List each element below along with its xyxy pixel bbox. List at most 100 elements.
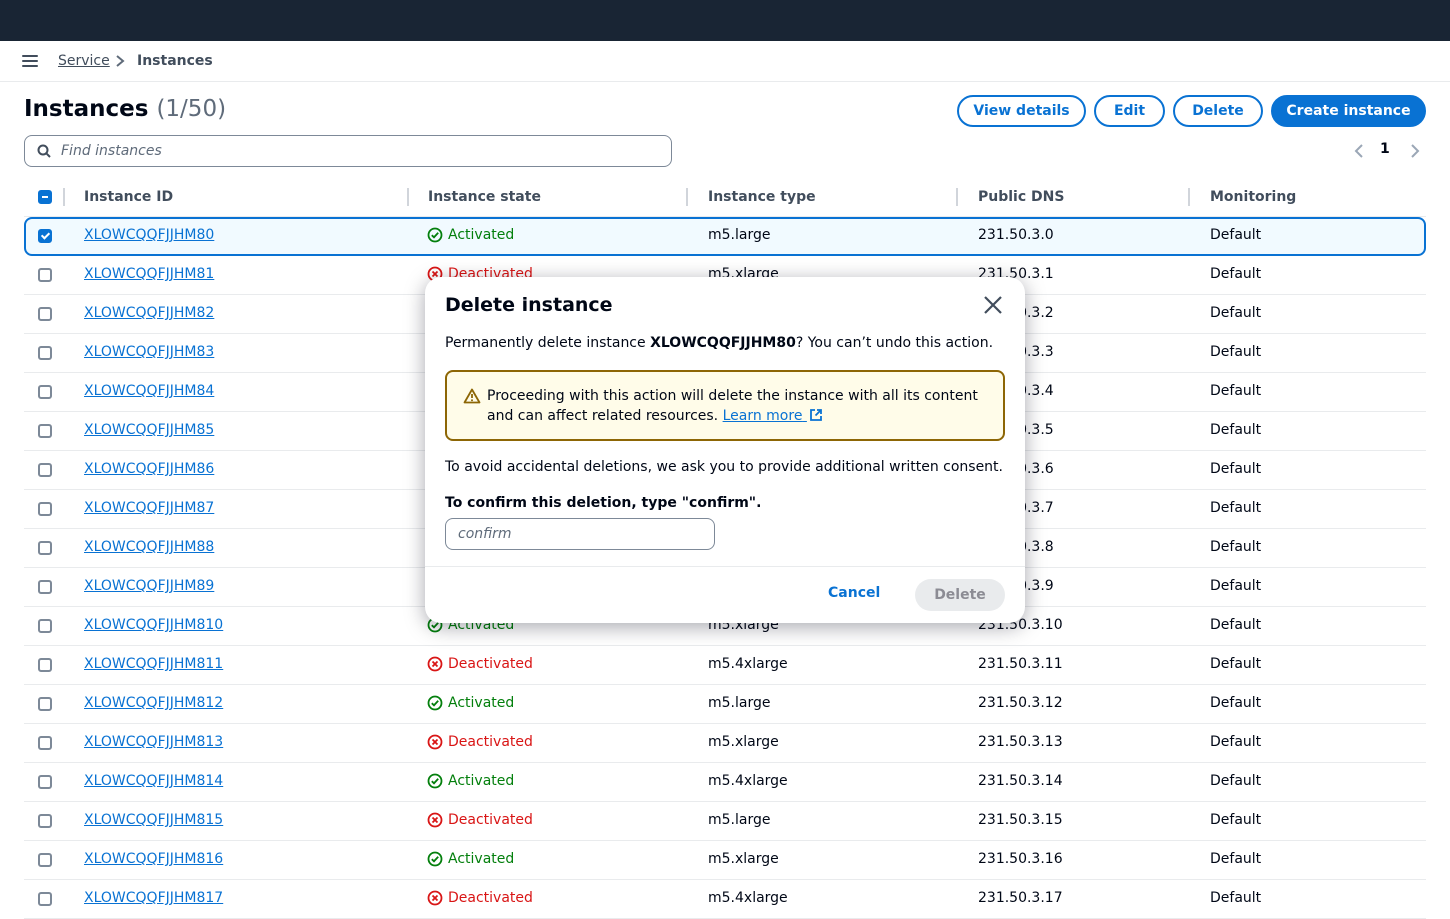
- chevron-right-icon[interactable]: [1408, 141, 1422, 161]
- monitoring: Default: [1210, 656, 1262, 672]
- monitoring: Default: [1210, 266, 1262, 282]
- column-header-instance-state[interactable]: Instance state: [428, 189, 541, 205]
- confirm-delete-button[interactable]: Delete: [915, 579, 1005, 611]
- menu-icon[interactable]: [22, 54, 40, 68]
- instance-id-link[interactable]: XLOWCQQFJJHM84: [84, 383, 214, 399]
- instance-id-link[interactable]: XLOWCQQFJJHM814: [84, 773, 223, 789]
- modal-instance-id: XLOWCQQFJJHM80: [650, 335, 796, 351]
- breadcrumb-bar: Service Instances: [0, 41, 1450, 82]
- column-header-instance-id[interactable]: Instance ID: [84, 189, 173, 205]
- close-icon[interactable]: [982, 294, 1004, 316]
- row-checkbox[interactable]: [38, 853, 52, 867]
- view-details-button[interactable]: View details: [957, 95, 1086, 127]
- row-checkbox[interactable]: [38, 307, 52, 321]
- row-checkbox[interactable]: [38, 229, 52, 243]
- monitoring: Default: [1210, 851, 1262, 867]
- instance-type: m5.large: [708, 227, 771, 243]
- instance-state-label: Activated: [448, 227, 515, 243]
- table-row[interactable]: XLOWCQQFJJHM811 Deactivated m5.4xlarge 231.…: [24, 646, 1426, 685]
- instance-id-link[interactable]: XLOWCQQFJJHM811: [84, 656, 223, 672]
- instance-type: m5.4xlarge: [708, 890, 788, 906]
- instance-state: Activated: [427, 851, 514, 867]
- confirm-input[interactable]: [445, 518, 715, 550]
- consent-text: To avoid accidental deletions, we ask yo…: [445, 459, 1003, 475]
- status-positive-icon: [427, 773, 443, 789]
- row-checkbox[interactable]: [38, 541, 52, 555]
- row-checkbox[interactable]: [38, 502, 52, 516]
- row-checkbox[interactable]: [38, 892, 52, 906]
- instance-id-link[interactable]: XLOWCQQFJJHM816: [84, 851, 223, 867]
- row-checkbox[interactable]: [38, 814, 52, 828]
- monitoring: Default: [1210, 734, 1262, 750]
- instance-id-link[interactable]: XLOWCQQFJJHM81: [84, 266, 214, 282]
- table-row[interactable]: XLOWCQQFJJHM815 Deactivated m5.large 231.50…: [24, 802, 1426, 841]
- instance-state-label: Deactivated: [448, 734, 533, 750]
- row-checkbox[interactable]: [38, 736, 52, 750]
- instance-state-label: Activated: [448, 773, 515, 789]
- instance-state: Deactivated: [427, 812, 533, 828]
- table-row[interactable]: XLOWCQQFJJHM813 Deactivated m5.xlarge 231.5…: [24, 724, 1426, 763]
- column-divider[interactable]: [63, 188, 65, 206]
- status-positive-icon: [427, 227, 443, 243]
- monitoring: Default: [1210, 227, 1262, 243]
- instance-type: m5.large: [708, 812, 771, 828]
- column-divider[interactable]: [407, 188, 409, 206]
- row-checkbox[interactable]: [38, 619, 52, 633]
- instance-id-link[interactable]: XLOWCQQFJJHM85: [84, 422, 214, 438]
- monitoring: Default: [1210, 617, 1262, 633]
- modal-message: Permanently delete instance XLOWCQQFJJHM…: [445, 335, 993, 351]
- modal-message-suffix: ? You can’t undo this action.: [795, 335, 994, 351]
- instance-type: m5.xlarge: [708, 851, 779, 867]
- page-number[interactable]: 1: [1380, 141, 1390, 161]
- cancel-button[interactable]: Cancel: [828, 585, 880, 601]
- search-input[interactable]: [59, 142, 623, 160]
- public-dns: 231.50.3.15: [978, 812, 1063, 828]
- row-checkbox[interactable]: [38, 424, 52, 438]
- column-header-public-dns[interactable]: Public DNS: [978, 189, 1064, 205]
- row-checkbox[interactable]: [38, 697, 52, 711]
- breadcrumb-service-link[interactable]: Service: [58, 53, 110, 69]
- instance-id-link[interactable]: XLOWCQQFJJHM82: [84, 305, 214, 321]
- warning-alert: Proceeding with this action will delete …: [445, 370, 1005, 441]
- column-divider[interactable]: [1188, 188, 1190, 206]
- instance-id-link[interactable]: XLOWCQQFJJHM88: [84, 539, 214, 555]
- breadcrumb-current: Instances: [137, 53, 213, 69]
- row-checkbox[interactable]: [38, 580, 52, 594]
- instance-type: m5.large: [708, 695, 771, 711]
- table-row[interactable]: XLOWCQQFJJHM814 Activated m5.4xlarge 231.50…: [24, 763, 1426, 802]
- edit-button[interactable]: Edit: [1094, 95, 1165, 127]
- instance-id-link[interactable]: XLOWCQQFJJHM810: [84, 617, 223, 633]
- column-header-instance-type[interactable]: Instance type: [708, 189, 816, 205]
- public-dns: 231.50.3.17: [978, 890, 1063, 906]
- chevron-left-icon[interactable]: [1352, 141, 1366, 161]
- row-checkbox[interactable]: [38, 658, 52, 672]
- monitoring: Default: [1210, 539, 1262, 555]
- instance-id-link[interactable]: XLOWCQQFJJHM812: [84, 695, 223, 711]
- row-checkbox[interactable]: [38, 775, 52, 789]
- instance-id-link[interactable]: XLOWCQQFJJHM86: [84, 461, 214, 477]
- public-dns: 231.50.3.0: [978, 227, 1054, 243]
- table-row[interactable]: XLOWCQQFJJHM816 Activated m5.xlarge 231.50.…: [24, 841, 1426, 880]
- row-checkbox[interactable]: [38, 268, 52, 282]
- column-header-monitoring[interactable]: Monitoring: [1210, 189, 1296, 205]
- table-row[interactable]: XLOWCQQFJJHM812 Activated m5.large 231.50.3…: [24, 685, 1426, 724]
- row-checkbox[interactable]: [38, 385, 52, 399]
- instance-id-link[interactable]: XLOWCQQFJJHM817: [84, 890, 223, 906]
- row-checkbox[interactable]: [38, 463, 52, 477]
- instance-id-link[interactable]: XLOWCQQFJJHM813: [84, 734, 223, 750]
- instance-id-link[interactable]: XLOWCQQFJJHM87: [84, 500, 214, 516]
- instance-state-label: Deactivated: [448, 890, 533, 906]
- instance-id-link[interactable]: XLOWCQQFJJHM815: [84, 812, 223, 828]
- instance-id-link[interactable]: XLOWCQQFJJHM80: [84, 227, 214, 243]
- instance-id-link[interactable]: XLOWCQQFJJHM89: [84, 578, 214, 594]
- table-row[interactable]: XLOWCQQFJJHM80 Activated m5.large 231.50.3.…: [24, 217, 1426, 256]
- select-all-checkbox[interactable]: [38, 190, 52, 204]
- column-divider[interactable]: [686, 188, 688, 206]
- instance-id-link[interactable]: XLOWCQQFJJHM83: [84, 344, 214, 360]
- delete-button[interactable]: Delete: [1173, 95, 1263, 127]
- public-dns: 231.50.3.11: [978, 656, 1063, 672]
- row-checkbox[interactable]: [38, 346, 52, 360]
- column-divider[interactable]: [956, 188, 958, 206]
- create-instance-button[interactable]: Create instance: [1271, 95, 1426, 127]
- learn-more-link[interactable]: Learn more: [723, 408, 823, 424]
